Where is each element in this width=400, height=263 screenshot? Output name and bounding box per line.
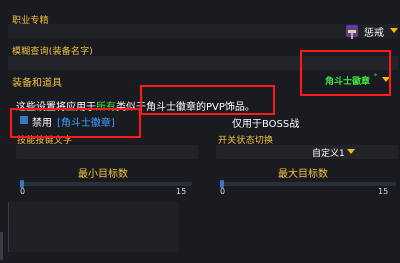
boss-only-label[interactable]: 仅用于BOSS战 <box>232 115 299 130</box>
annotation-box-description <box>140 85 275 115</box>
min-targets-min: 0 <box>20 187 26 196</box>
chevron-down-icon <box>390 28 398 33</box>
max-targets-max: 15 <box>378 187 389 196</box>
scrollbar-handle[interactable] <box>0 232 3 260</box>
toggle-switch-dropdown[interactable]: 自定义1 <box>216 145 398 159</box>
toggle-switch-value: 自定义1 <box>312 149 345 159</box>
equipment-label: 装备和道具 <box>12 78 62 89</box>
max-targets-label: 最大目标数 <box>278 169 328 180</box>
max-targets-min: 0 <box>220 187 226 196</box>
max-targets-slider[interactable] <box>220 182 396 186</box>
bottom-panel <box>8 202 179 252</box>
min-targets-slider[interactable] <box>20 182 192 186</box>
chevron-down-icon <box>347 149 355 154</box>
ability-text-input[interactable] <box>16 145 198 159</box>
min-targets-max: 15 <box>176 187 187 196</box>
min-targets-label: 最小目标数 <box>78 169 128 180</box>
hammer-icon <box>346 25 358 39</box>
annotation-box-dropdown <box>300 50 391 96</box>
annotation-box-checkbox <box>10 108 141 138</box>
specialization-dropdown[interactable]: 惩戒 <box>8 24 398 39</box>
specialization-value: 惩戒 <box>364 28 384 39</box>
